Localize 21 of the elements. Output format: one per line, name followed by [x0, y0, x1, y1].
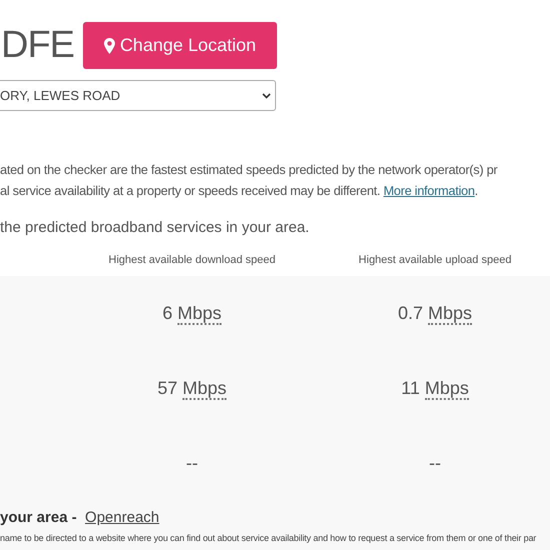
chevron-down-icon: [262, 92, 271, 98]
speed-value: 6 Mbps: [162, 303, 222, 325]
period-text: .: [474, 182, 478, 200]
address-select[interactable]: ORY, LEWES ROAD: [0, 80, 276, 111]
speed-value: 0.7 Mbps: [398, 303, 472, 325]
column-header: Highest available upload speed: [358, 253, 512, 268]
provider-link[interactable]: Openreach: [85, 507, 160, 530]
disclaimer-text: ated on the checker are the fastest estimated speeds predicted by the network operator(s) pr: [0, 161, 498, 179]
speed-value: --: [429, 453, 441, 473]
speed-value: 57 Mbps: [157, 378, 227, 400]
provider-title: your area -: [0, 508, 78, 528]
change-location-button[interactable]: Change Location: [83, 22, 277, 69]
map-pin-icon: [104, 38, 115, 54]
speed-value: --: [186, 453, 198, 473]
column-header: Highest available download speed: [108, 253, 276, 268]
speed-value: 11 Mbps: [401, 378, 469, 400]
provider-note: name to be directed to a website where you can find out about service availability and how to request a service from them or one of their par: [0, 532, 538, 545]
disclaimer-text: al service availability at a property or speeds received may be different.: [0, 182, 382, 200]
postcode-heading: DFE: [0, 24, 74, 68]
more-information-link[interactable]: More information: [383, 180, 475, 201]
intro-text: the predicted broadband services in your area.: [0, 218, 310, 238]
